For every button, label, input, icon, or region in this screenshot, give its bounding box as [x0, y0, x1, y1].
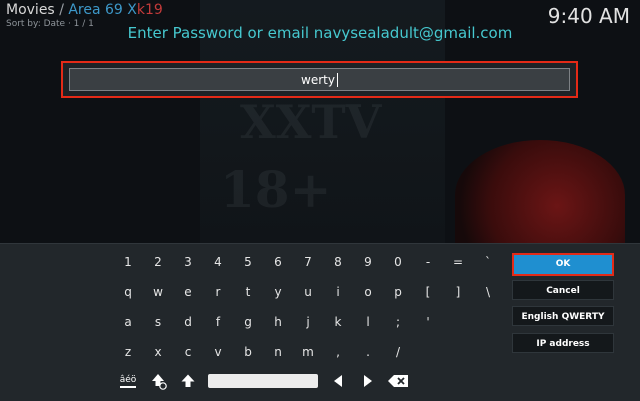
key-r[interactable]: r: [206, 282, 230, 302]
text-caret: [336, 72, 338, 87]
keyboard-layout-button[interactable]: English QWERTY: [512, 306, 614, 326]
keyboard-keys: 1 2 3 4 5 6 7 8 9 0 - = ` q w e r t y u …: [0, 244, 500, 401]
key-h[interactable]: h: [266, 312, 290, 332]
key-u[interactable]: u: [296, 282, 320, 302]
key-z[interactable]: z: [116, 342, 140, 362]
left-arrow-icon[interactable]: [326, 371, 350, 391]
key-b[interactable]: b: [236, 342, 260, 362]
backspace-icon-svg: [388, 375, 408, 387]
key-l[interactable]: l: [356, 312, 380, 332]
password-input[interactable]: werty: [69, 68, 570, 91]
background-artwork: [455, 140, 625, 250]
key-s[interactable]: s: [146, 312, 170, 332]
key-minus[interactable]: -: [416, 252, 440, 272]
key-left-bracket[interactable]: [: [416, 282, 440, 302]
key-d[interactable]: d: [176, 312, 200, 332]
key-7[interactable]: 7: [296, 252, 320, 272]
breadcrumb-k19: k19: [136, 2, 163, 18]
shift-icon[interactable]: [176, 371, 200, 391]
key-q[interactable]: q: [116, 282, 140, 302]
key-w[interactable]: w: [146, 282, 170, 302]
ok-button[interactable]: OK: [512, 253, 614, 276]
key-a[interactable]: a: [116, 312, 140, 332]
key-g[interactable]: g: [236, 312, 260, 332]
key-f[interactable]: f: [206, 312, 230, 332]
key-y[interactable]: y: [266, 282, 290, 302]
key-p[interactable]: p: [386, 282, 410, 302]
breadcrumb-movies: Movies: [6, 2, 55, 18]
breadcrumb-separator: /: [59, 2, 64, 18]
key-v[interactable]: v: [206, 342, 230, 362]
key-4[interactable]: 4: [206, 252, 230, 272]
password-input-frame[interactable]: werty: [61, 61, 578, 98]
breadcrumb: Movies / Area 69 Xk19: [6, 2, 163, 18]
key-c[interactable]: c: [176, 342, 200, 362]
key-2[interactable]: 2: [146, 252, 170, 272]
key-right-bracket[interactable]: ]: [446, 282, 470, 302]
key-equals[interactable]: =: [446, 252, 470, 272]
right-arrow-icon-svg: [364, 375, 372, 387]
key-o[interactable]: o: [356, 282, 380, 302]
key-j[interactable]: j: [296, 312, 320, 332]
key-e[interactable]: e: [176, 282, 200, 302]
key-comma[interactable]: ,: [326, 342, 350, 362]
backspace-icon[interactable]: [386, 371, 410, 391]
left-arrow-icon-svg: [334, 375, 342, 387]
key-backtick[interactable]: `: [476, 252, 500, 272]
key-5[interactable]: 5: [236, 252, 260, 272]
key-i[interactable]: i: [326, 282, 350, 302]
key-8[interactable]: 8: [326, 252, 350, 272]
key-x[interactable]: x: [146, 342, 170, 362]
space-bar[interactable]: [208, 374, 318, 388]
key-slash[interactable]: /: [386, 342, 410, 362]
key-6[interactable]: 6: [266, 252, 290, 272]
ip-address-button[interactable]: IP address: [512, 333, 614, 353]
key-0[interactable]: 0: [386, 252, 410, 272]
key-9[interactable]: 9: [356, 252, 380, 272]
cancel-button[interactable]: Cancel: [512, 280, 614, 300]
key-period[interactable]: .: [356, 342, 380, 362]
key-m[interactable]: m: [296, 342, 320, 362]
key-3[interactable]: 3: [176, 252, 200, 272]
key-n[interactable]: n: [266, 342, 290, 362]
key-t[interactable]: t: [236, 282, 260, 302]
accents-icon[interactable]: âéö: [116, 371, 140, 391]
breadcrumb-area: Area 69 X: [68, 2, 137, 18]
accents-label: âéö: [119, 375, 137, 388]
shift-lock-icon-svg: [152, 374, 167, 390]
right-arrow-icon[interactable]: [356, 371, 380, 391]
key-backslash[interactable]: \: [476, 282, 500, 302]
key-apostrophe[interactable]: ': [416, 312, 440, 332]
key-semicolon[interactable]: ;: [386, 312, 410, 332]
shift-lock-icon[interactable]: [146, 371, 170, 391]
dialog-heading: Enter Password or email navysealadult@gm…: [127, 24, 513, 42]
key-k[interactable]: k: [326, 312, 350, 332]
password-input-value: werty: [301, 72, 335, 87]
key-1[interactable]: 1: [116, 252, 140, 272]
shift-icon-svg: [181, 374, 195, 387]
